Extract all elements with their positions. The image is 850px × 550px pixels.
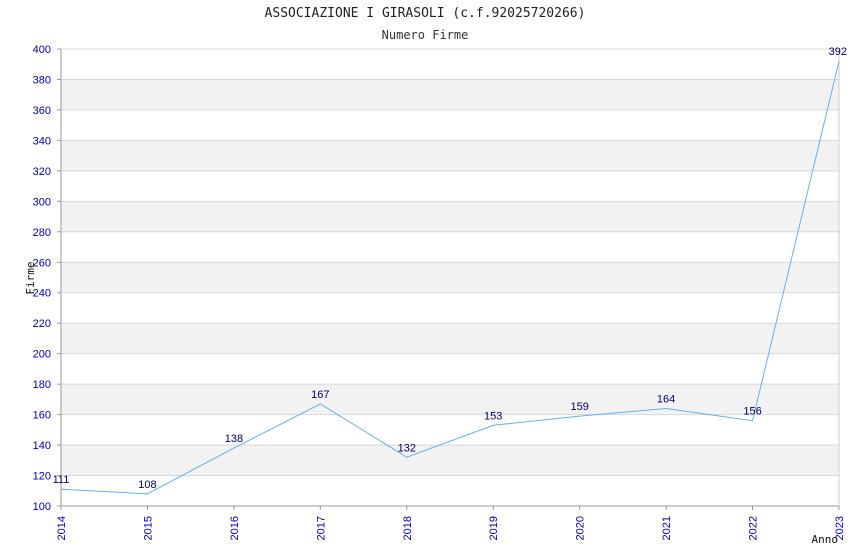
grid-band — [61, 201, 839, 232]
y-tick-label: 340 — [33, 135, 51, 147]
y-tick-label: 220 — [33, 318, 51, 330]
x-tick-label: 2018 — [402, 516, 414, 540]
y-tick-label: 360 — [33, 105, 51, 117]
grid-band — [61, 384, 839, 415]
data-label: 108 — [138, 479, 156, 491]
y-tick-label: 180 — [33, 379, 51, 391]
x-tick-labels: 2014 2015 2016 2017 2018 2019 2020 2021 2022 2023 — [56, 516, 846, 540]
x-tick-label: 2016 — [229, 516, 241, 540]
x-tick-label: 2017 — [315, 516, 327, 540]
line-chart: 1001201401601802002202402602803003203403… — [24, 44, 847, 546]
y-tick-label: 120 — [33, 471, 51, 483]
x-tick-label: 2021 — [661, 516, 673, 540]
x-tick-label: 2020 — [575, 516, 587, 540]
y-tick-label: 100 — [33, 501, 51, 513]
y-axis-label: Firme — [24, 261, 37, 294]
y-tick-label: 200 — [33, 349, 51, 361]
x-tick-label: 2015 — [142, 516, 154, 540]
grid-band — [61, 262, 839, 293]
data-label: 392 — [829, 46, 847, 58]
data-label: 111 — [53, 474, 70, 486]
data-label: 164 — [657, 394, 675, 406]
data-label: 159 — [570, 401, 588, 413]
y-tick-label: 400 — [33, 44, 51, 56]
data-label: 153 — [484, 410, 502, 422]
grid-band — [61, 445, 839, 476]
data-label: 167 — [311, 389, 329, 401]
data-label: 156 — [743, 406, 761, 418]
x-tick-label: 2014 — [56, 516, 68, 540]
x-axis-label: Anno — [812, 533, 839, 546]
y-tick-label: 300 — [33, 196, 51, 208]
x-tick-label: 2019 — [488, 516, 500, 540]
grid-band — [61, 79, 839, 110]
y-tick-label: 280 — [33, 227, 51, 239]
y-tick-label: 320 — [33, 166, 51, 178]
y-tick-label: 380 — [33, 74, 51, 86]
x-tick-label: 2022 — [748, 516, 760, 540]
data-label: 138 — [225, 433, 243, 445]
data-label: 132 — [398, 442, 416, 454]
grid-band — [61, 323, 839, 354]
grid-band — [61, 140, 839, 171]
y-tick-label: 160 — [33, 410, 51, 422]
y-tick-label: 140 — [33, 440, 51, 452]
